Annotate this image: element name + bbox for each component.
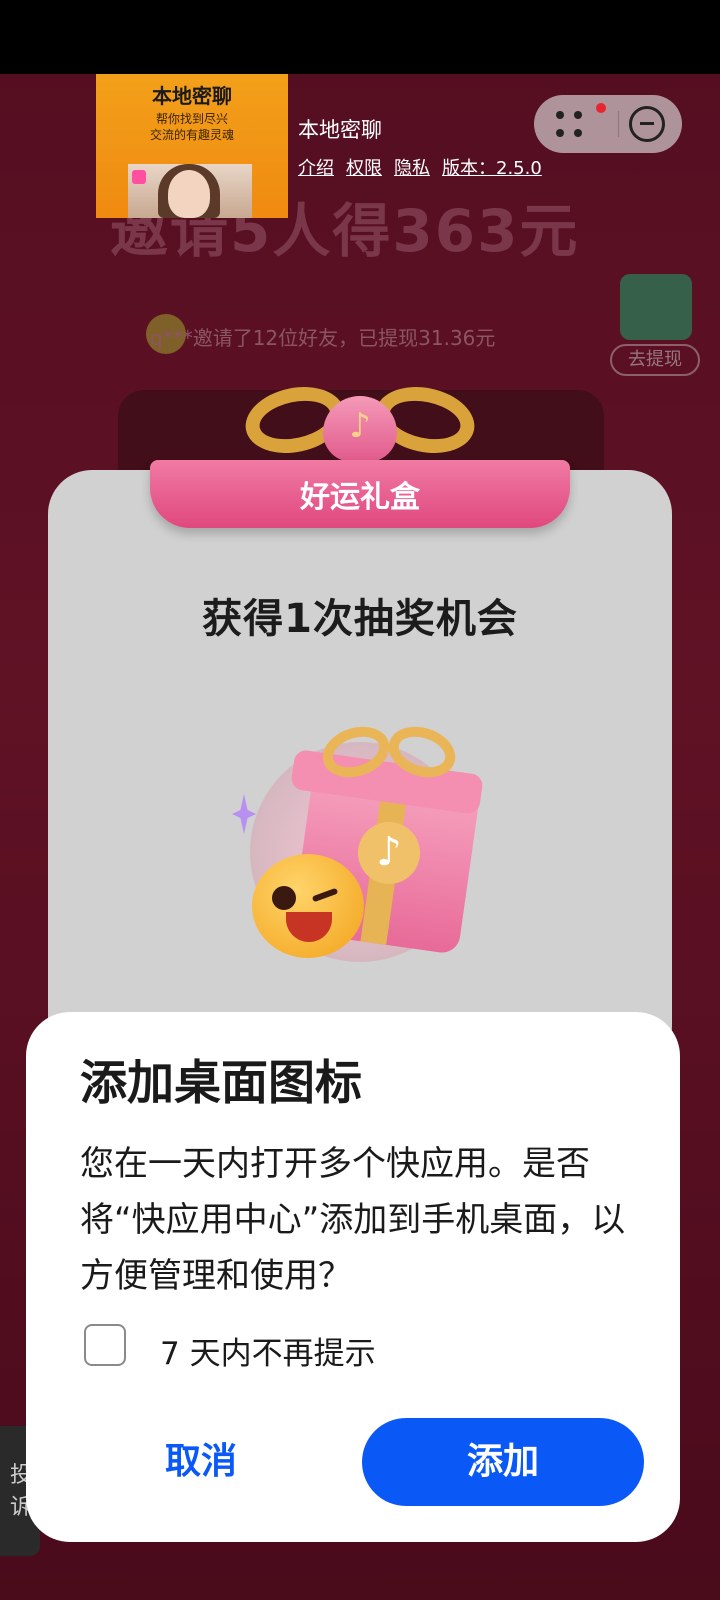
thumbnail-title: 本地密聊 (152, 84, 232, 108)
notification-dot (596, 103, 606, 113)
version-link[interactable]: 版本：2.5.0 (442, 154, 542, 180)
wink-emoji-icon (252, 854, 364, 958)
add-shortcut-dialog: 添加桌面图标 您在一天内打开多个快应用。是否将“快应用中心”添加到手机桌面，以方… (26, 1012, 680, 1542)
permissions-link[interactable]: 权限 (346, 154, 382, 180)
app-info-links: 介绍 权限 隐私 版本：2.5.0 (298, 154, 542, 180)
cancel-button[interactable]: 取消 (86, 1418, 316, 1506)
intro-link[interactable]: 介绍 (298, 154, 334, 180)
music-note-icon: ♪ (358, 822, 420, 884)
gift-box-illustration: ♪ (232, 718, 492, 982)
gift-modal-title: 获得1次抽奖机会 (202, 596, 518, 642)
app-thumbnail: 本地密聊 帮你找到尽兴 交流的有趣灵魂 (96, 74, 288, 218)
gift-banner-label: 好运礼盒 (300, 480, 420, 515)
quick-app-header: 本地密聊 帮你找到尽兴 交流的有趣灵魂 本地密聊 介绍 权限 隐私 版本：2.5… (0, 74, 720, 218)
minus-circle-icon[interactable] (629, 106, 665, 142)
app-name: 本地密聊 (298, 118, 382, 142)
privacy-link[interactable]: 隐私 (394, 154, 430, 180)
thumbnail-subtitle: 交流的有趣灵魂 (149, 128, 234, 142)
dialog-title: 添加桌面图标 (80, 1056, 362, 1111)
status-bar (0, 0, 720, 74)
thumbnail-subtitle: 帮你找到尽兴 (155, 112, 228, 126)
app-capsule-menu (534, 95, 682, 153)
thumbnail-photo (128, 164, 252, 218)
capsule-divider (618, 111, 619, 137)
dont-remind-checkbox[interactable] (84, 1324, 126, 1366)
dialog-message: 您在一天内打开多个快应用。是否将“快应用中心”添加到手机桌面，以方便管理和使用？ (80, 1144, 626, 1296)
ribbon-bow-icon: ♪ (239, 378, 481, 470)
gift-modal-banner: 好运礼盒 (150, 460, 570, 528)
heart-music-icon: ♪ (323, 396, 397, 462)
portrait-face (168, 170, 210, 218)
app-badge-icon (132, 170, 146, 184)
more-dots-icon[interactable] (554, 109, 590, 141)
dont-remind-label[interactable]: 7 天内不再提示 (160, 1328, 376, 1373)
add-button[interactable]: 添加 (362, 1418, 644, 1506)
